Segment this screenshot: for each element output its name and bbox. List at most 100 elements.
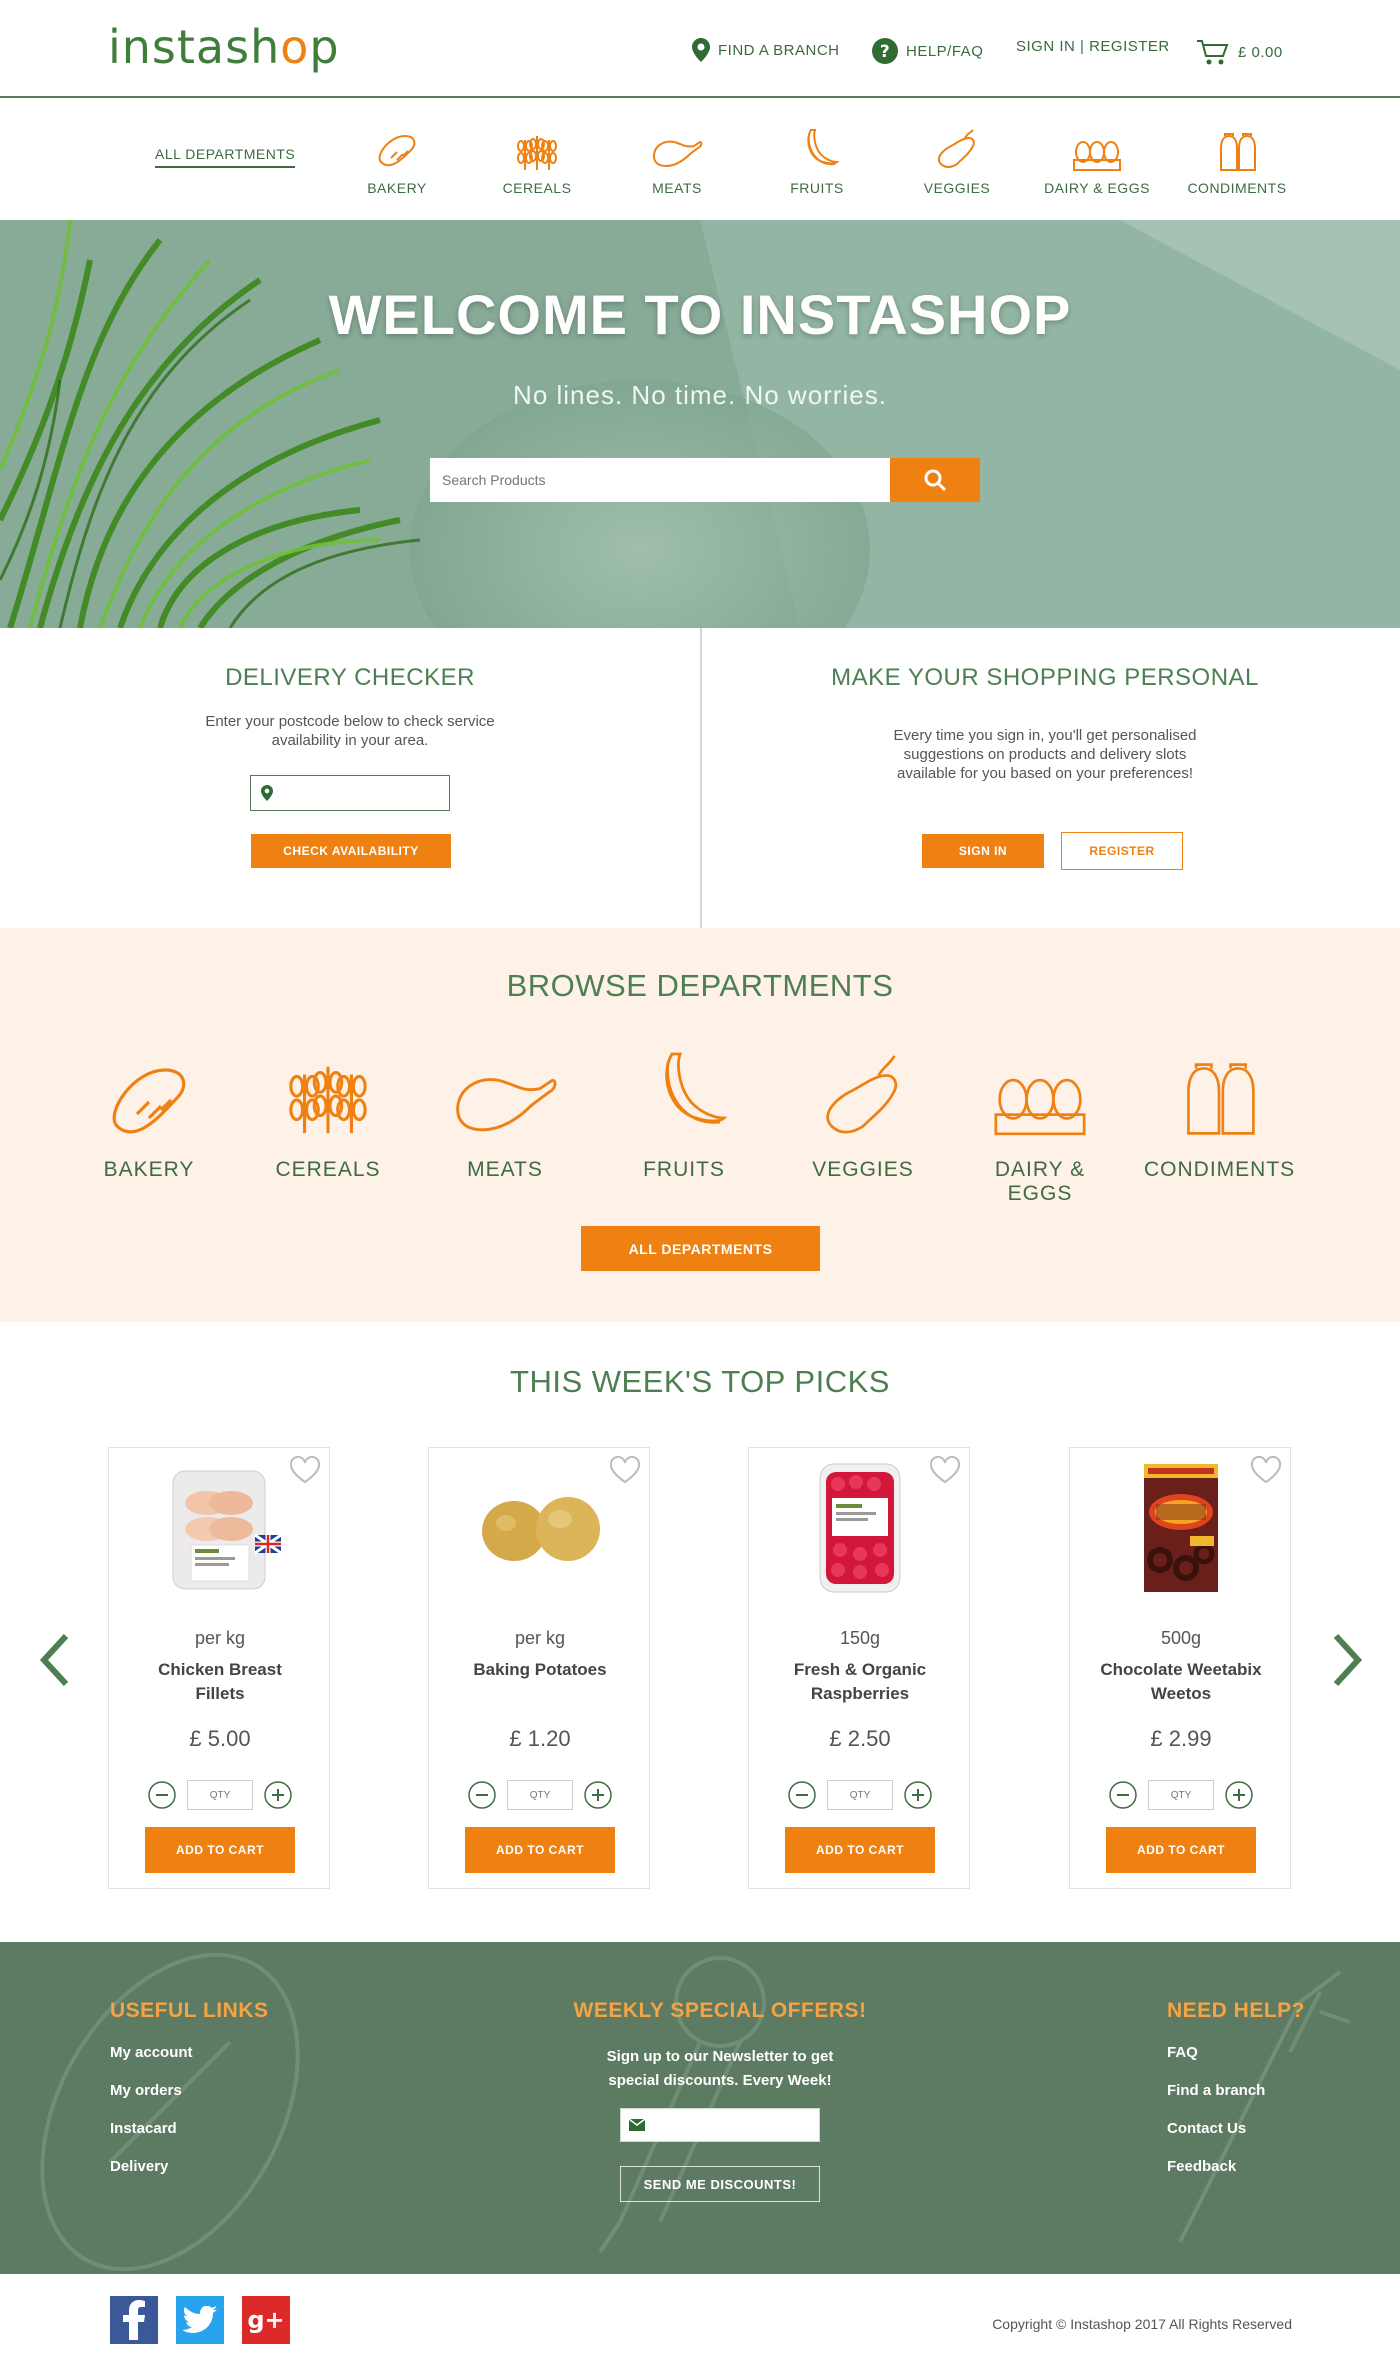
quantity-stepper (147, 1778, 293, 1812)
find-branch-label: FIND A BRANCH (718, 41, 840, 59)
search-button[interactable] (890, 458, 980, 502)
product-card[interactable]: 500g Chocolate WeetabixWeetos £ 2.99 ADD… (1069, 1447, 1291, 1889)
nav-dept-dairy-eggs[interactable]: DAIRY & EGGS (1037, 128, 1157, 196)
bread-icon (112, 1068, 186, 1134)
footer-link-contact-us[interactable]: Contact Us (1167, 2120, 1246, 2137)
footer-link-my-orders[interactable]: My orders (110, 2082, 182, 2099)
product-search-input[interactable] (430, 458, 890, 502)
check-availability-button[interactable]: CHECK AVAILABILITY (251, 834, 451, 868)
weekly-offers-title: WEEKLY SPECIAL OFFERS! (573, 1999, 867, 2022)
sign-in-register-label: SIGN IN | REGISTER (1016, 38, 1170, 55)
sign-in-button[interactable]: SIGN IN (922, 834, 1044, 868)
quantity-stepper (467, 1778, 613, 1812)
chicken-leg-icon (456, 1078, 557, 1132)
product-card[interactable]: per kg Baking Potatoes £ 1.20 ADD TO CAR… (428, 1447, 650, 1889)
footer-link-find-branch[interactable]: Find a branch (1167, 2082, 1265, 2099)
footer-link-instacard[interactable]: Instacard (110, 2120, 177, 2137)
browse-dept-dairy-eggs[interactable]: DAIRY & EGGS (965, 1048, 1115, 1206)
map-pin-icon (261, 785, 273, 801)
browse-dept-fruits[interactable]: FRUITS (609, 1048, 759, 1182)
nav-dept-condiments[interactable]: CONDIMENTS (1177, 128, 1297, 196)
help-faq-link[interactable]: ? HELP/FAQ (872, 38, 983, 64)
footer-link-delivery[interactable]: Delivery (110, 2158, 168, 2175)
offers-text-line2: special discounts. Every Week! (608, 2072, 832, 2089)
hero-title: WELCOME TO INSTASHOP (328, 283, 1072, 346)
carousel-next-arrow[interactable] (1326, 1632, 1366, 1688)
product-name: Chocolate Weetabix Weetos (1100, 1660, 1262, 1703)
instashop-logo[interactable]: instashop (108, 20, 340, 74)
nav-dept-label: BAKERY (367, 180, 427, 196)
add-to-cart-button[interactable]: ADD TO CART (1106, 1827, 1256, 1873)
eggs-icon (994, 1078, 1086, 1136)
quantity-input[interactable] (187, 1780, 253, 1810)
browse-dept-meats[interactable]: MEATS (430, 1048, 580, 1182)
browse-dept-veggies[interactable]: VEGGIES (788, 1048, 938, 1182)
bread-icon (378, 134, 416, 167)
nav-dept-fruits[interactable]: FRUITS (757, 128, 877, 196)
plus-icon[interactable] (903, 1780, 933, 1810)
product-price: £ 2.99 (1150, 1726, 1212, 1751)
browse-dept-label: FRUITS (643, 1158, 725, 1181)
minus-icon[interactable] (467, 1780, 497, 1810)
nav-dept-bakery[interactable]: BAKERY (337, 128, 457, 196)
facebook-icon[interactable] (110, 2296, 158, 2344)
register-button[interactable]: REGISTER (1061, 832, 1183, 870)
all-departments-link[interactable]: ALL DEPARTMENTS (155, 146, 296, 168)
top-picks-title: THIS WEEK'S TOP PICKS (510, 1364, 890, 1399)
plus-icon[interactable] (1224, 1780, 1254, 1810)
google-plus-icon[interactable]: g+ (242, 2296, 290, 2344)
nav-dept-label: VEGGIES (923, 180, 991, 196)
product-price: £ 1.20 (509, 1726, 571, 1751)
twitter-icon[interactable] (176, 2296, 224, 2344)
sign-in-register-link[interactable]: SIGN IN | REGISTER (1016, 38, 1170, 55)
plus-icon[interactable] (583, 1780, 613, 1810)
help-faq-label: HELP/FAQ (906, 42, 984, 60)
nav-dept-veggies[interactable]: VEGGIES (897, 128, 1017, 196)
add-to-cart-button[interactable]: ADD TO CART (785, 1827, 935, 1873)
find-branch-link[interactable]: FIND A BRANCH (692, 38, 840, 62)
browse-dept-label: CONDIMENTS (1144, 1158, 1296, 1181)
add-to-cart-button[interactable]: ADD TO CART (145, 1827, 295, 1873)
nav-dept-label: CEREALS (502, 180, 572, 196)
carousel-prev-arrow[interactable] (36, 1632, 76, 1688)
newsletter-email-input[interactable] (620, 2108, 820, 2142)
send-discounts-button[interactable]: SEND ME DISCOUNTS! (620, 2166, 820, 2202)
browse-dept-bakery[interactable]: BAKERY (74, 1048, 224, 1182)
browse-dept-cereals[interactable]: CEREALS (253, 1048, 403, 1182)
quantity-stepper (1108, 1778, 1254, 1812)
browse-dept-label: BAKERY (103, 1158, 195, 1181)
quantity-input[interactable] (507, 1780, 573, 1810)
minus-icon[interactable] (1108, 1780, 1138, 1810)
add-to-cart-button[interactable]: ADD TO CART (465, 1827, 615, 1873)
browse-dept-label: DAIRY & EGGS (994, 1158, 1086, 1205)
product-name: Fresh & Organic Raspberries (793, 1660, 927, 1703)
footer-link-faq[interactable]: FAQ (1167, 2044, 1198, 2061)
nav-dept-cereals[interactable]: CEREALS (477, 128, 597, 196)
envelope-icon (629, 2119, 645, 2131)
minus-icon[interactable] (147, 1780, 177, 1810)
cart-link[interactable]: £ 0.00 (1196, 38, 1283, 66)
product-card[interactable]: 150g Fresh & OrganicRaspberries £ 2.50 A… (748, 1447, 970, 1889)
wheat-icon (517, 136, 557, 170)
banana-icon (665, 1052, 728, 1124)
all-departments-button[interactable]: ALL DEPARTMENTS (581, 1226, 820, 1271)
footer-link-feedback[interactable]: Feedback (1167, 2158, 1236, 2175)
nav-dept-label: DAIRY & EGGS (1044, 180, 1150, 196)
nav-dept-meats[interactable]: MEATS (617, 128, 737, 196)
quantity-input[interactable] (1148, 1780, 1214, 1810)
quantity-input[interactable] (827, 1780, 893, 1810)
product-unit: 150g (839, 1628, 881, 1648)
eggs-icon (1073, 141, 1121, 171)
minus-icon[interactable] (787, 1780, 817, 1810)
banana-icon (807, 129, 839, 166)
product-card[interactable]: per kg Chicken BreastFillets £ 5.00 ADD … (108, 1447, 330, 1889)
footer-link-my-account[interactable]: My account (110, 2044, 193, 2061)
product-image-chicken (109, 1458, 331, 1598)
browse-dept-condiments[interactable]: CONDIMENTS (1144, 1048, 1294, 1182)
need-help-title: NEED HELP? (1167, 1999, 1306, 2022)
postcode-input[interactable] (250, 775, 450, 811)
useful-links-title: USEFUL LINKS (110, 1999, 269, 2022)
plus-icon[interactable] (263, 1780, 293, 1810)
svg-text:?: ? (880, 42, 890, 62)
cart-total: £ 0.00 (1238, 43, 1283, 61)
